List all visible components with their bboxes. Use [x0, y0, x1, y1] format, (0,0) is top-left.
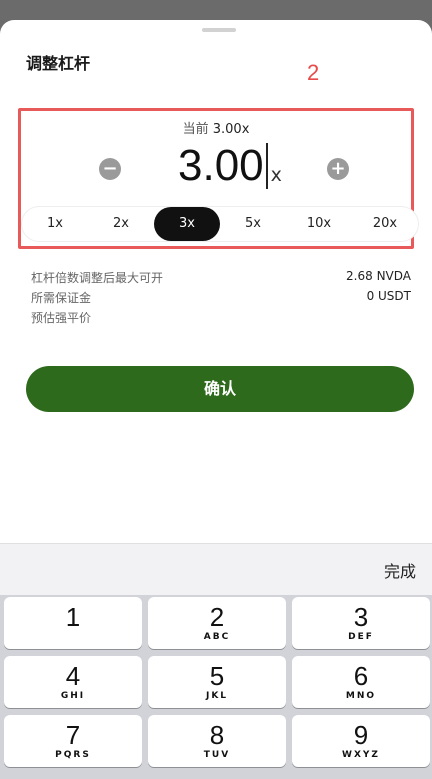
key-letters: WXYZ	[342, 750, 380, 760]
max-open-value: 2.68 NVDA	[346, 269, 411, 283]
key-digit: 9	[353, 720, 369, 750]
key-2[interactable]: 2 ABC	[148, 597, 286, 649]
plus-icon: +	[330, 158, 346, 179]
confirm-button[interactable]: 确认	[26, 366, 414, 412]
annotation-number: 2	[307, 60, 320, 85]
sheet-grabber[interactable]	[202, 28, 236, 32]
leverage-option-20x[interactable]: 20x	[352, 207, 418, 241]
leverage-option-10x[interactable]: 10x	[286, 207, 352, 241]
key-digit: 1	[65, 602, 81, 632]
leverage-option-1x[interactable]: 1x	[22, 207, 88, 241]
key-digit: 8	[209, 720, 225, 750]
liquidation-price-label: 预估强平价	[31, 311, 92, 325]
leverage-input-value: 3.00	[178, 141, 264, 190]
key-digit: 4	[65, 661, 81, 691]
key-1[interactable]: 1	[4, 597, 142, 649]
current-leverage-label: 当前 3.00x	[0, 118, 432, 137]
minus-icon: −	[102, 158, 118, 179]
required-margin-label: 所需保证金	[31, 291, 92, 305]
leverage-options: 1x 2x 3x 5x 10x 20x	[22, 207, 418, 241]
key-digit: 6	[353, 661, 369, 691]
current-prefix: 当前	[182, 122, 209, 137]
numeric-keypad: 1 2 ABC 3 DEF 4 GHI 5 JKL 6 MNO 7 PQRS 8	[0, 595, 432, 779]
key-8[interactable]: 8 TUV	[148, 715, 286, 767]
leverage-option-2x[interactable]: 2x	[88, 207, 154, 241]
max-open-label: 杠杆倍数调整后最大可开	[31, 271, 164, 285]
key-3[interactable]: 3 DEF	[292, 597, 430, 649]
key-letters: TUV	[203, 750, 231, 760]
key-digit: 5	[209, 661, 225, 691]
key-digit: 3	[353, 602, 369, 632]
key-letters: MNO	[345, 691, 377, 701]
key-4[interactable]: 4 GHI	[4, 656, 142, 708]
decrease-leverage-button[interactable]: −	[99, 158, 121, 180]
max-open-row: 杠杆倍数调整后最大可开 2.68 NVDA	[31, 269, 411, 286]
leverage-option-5x[interactable]: 5x	[220, 207, 286, 241]
leverage-unit: x	[270, 164, 282, 186]
key-letters: JKL	[205, 691, 229, 701]
key-letters: DEF	[348, 632, 374, 642]
sheet-title: 调整杠杆	[26, 54, 91, 73]
key-digit: 7	[65, 720, 81, 750]
key-digit: 2	[209, 602, 225, 632]
required-margin-row: 所需保证金 0 USDT	[31, 289, 411, 306]
key-letters: ABC	[203, 632, 231, 642]
current-value: 3.00x	[212, 122, 250, 137]
leverage-sheet: 调整杠杆 2 当前 3.00x − 3.00 x + 1x 2x 3x 5x 1…	[0, 20, 432, 779]
increase-leverage-button[interactable]: +	[327, 158, 349, 180]
key-7[interactable]: 7 PQRS	[4, 715, 142, 767]
keyboard-toolbar: 完成	[0, 543, 432, 595]
key-letters: PQRS	[55, 750, 91, 760]
liquidation-price-row: 预估强平价	[31, 309, 411, 326]
leverage-option-3x[interactable]: 3x	[154, 207, 220, 241]
done-button[interactable]: 完成	[384, 558, 416, 582]
key-6[interactable]: 6 MNO	[292, 656, 430, 708]
text-cursor	[265, 143, 268, 189]
required-margin-value: 0 USDT	[366, 289, 411, 303]
key-5[interactable]: 5 JKL	[148, 656, 286, 708]
leverage-input[interactable]: 3.00 x	[178, 140, 282, 192]
key-9[interactable]: 9 WXYZ	[292, 715, 430, 767]
key-letters: GHI	[60, 691, 86, 701]
